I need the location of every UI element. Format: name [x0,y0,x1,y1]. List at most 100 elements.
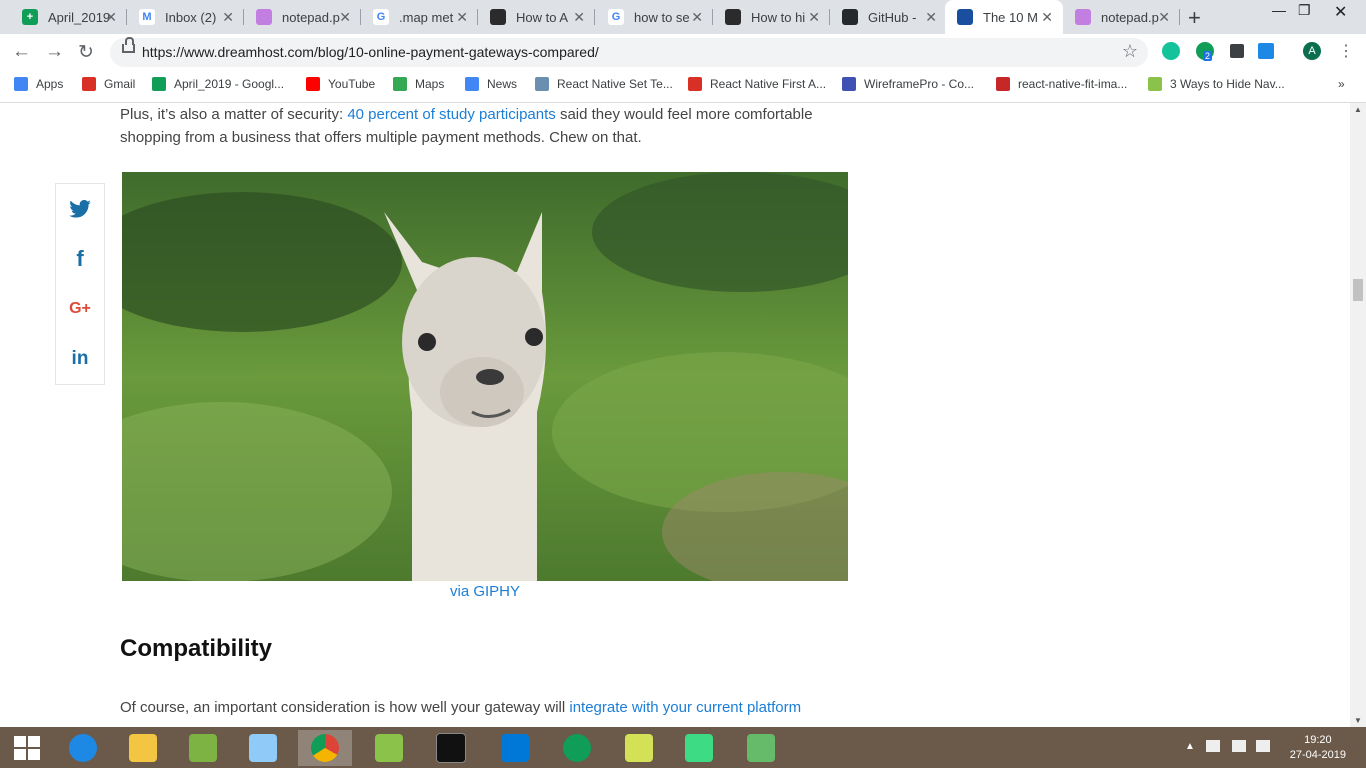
close-window-button[interactable]: ✕ [1334,2,1347,22]
tab-7[interactable]: GitHub - ✕ [830,0,947,34]
scrollbar-thumb[interactable] [1353,279,1363,301]
network-icon[interactable] [1206,740,1220,752]
action-center-icon[interactable] [1232,740,1246,752]
tab-separator [1179,9,1180,25]
tab-close-icon[interactable]: ✕ [573,9,585,26]
bookmark-item[interactable]: 3 Ways to Hide Nav... [1148,77,1285,91]
llama-gif-image [122,172,848,581]
sticky-notes-icon[interactable] [612,730,666,766]
file-explorer-icon[interactable] [116,730,170,766]
bookmark-item[interactable]: YouTube [306,77,375,91]
tab-0[interactable]: + April_2019 ✕ [10,0,127,34]
app-icon-2[interactable] [236,730,290,766]
tab-4[interactable]: How to A ✕ [478,0,595,34]
forward-button[interactable]: → [45,41,64,63]
bookmark-item[interactable]: react-native-fit-ima... [996,77,1127,91]
page-content: Plus, it’s also a matter of security: 40… [0,103,1350,727]
tab-title: April_2019 [48,9,111,25]
bookmark-item[interactable]: Apps [14,77,63,91]
menu-icon[interactable]: ⋮ [1338,41,1354,61]
bookmark-favicon-icon [842,77,856,91]
bookmark-item[interactable]: React Native Set Te... [535,77,673,91]
profile-avatar[interactable]: A [1303,42,1321,60]
clock[interactable]: 19:20 27-04-2019 [1290,733,1346,763]
scroll-down-arrow[interactable]: ▼ [1354,716,1362,725]
tab-8[interactable]: The 10 M ✕ [945,0,1063,34]
tab-close-icon[interactable]: ✕ [691,9,703,26]
bookmark-item[interactable]: April_2019 - Googl... [152,77,284,91]
tab-2[interactable]: notepad.p ✕ [244,0,361,34]
minimize-button[interactable]: — [1272,2,1286,18]
bookmark-favicon-icon [14,77,28,91]
lock-icon [122,37,135,53]
bookmark-favicon-icon [465,77,479,91]
tab-close-icon[interactable]: ✕ [222,9,234,26]
cmd-icon[interactable] [424,730,478,766]
tab-3[interactable]: G .map met ✕ [361,0,478,34]
intro-paragraph: Plus, it’s also a matter of security: 40… [120,103,860,149]
hangouts-icon[interactable] [550,730,604,766]
tab-title: GitHub - [868,9,917,25]
extension-icon[interactable]: 2 [1196,42,1214,61]
app-icon-3[interactable] [362,730,416,766]
integrate-link[interactable]: integrate with your current platform [569,699,801,716]
bookmark-label: YouTube [328,77,376,91]
new-tab-button[interactable]: + [1188,5,1201,31]
bookmark-star-icon[interactable]: ☆ [1122,41,1138,62]
tab-6[interactable]: How to hi ✕ [713,0,830,34]
scroll-up-arrow[interactable]: ▲ [1354,105,1362,114]
tab-close-icon[interactable]: ✕ [808,9,820,26]
bookmark-item[interactable]: News [465,77,517,91]
tab-1[interactable]: M Inbox (2) ✕ [127,0,244,34]
google-plus-icon[interactable]: G+ [56,284,104,334]
picker-icon[interactable] [1230,44,1244,58]
tab-close-icon[interactable]: ✕ [105,9,117,26]
extension-2-icon[interactable] [1258,43,1274,59]
reload-button[interactable]: ↻ [78,41,94,64]
tab-close-icon[interactable]: ✕ [456,9,468,26]
image-caption-link[interactable]: via GIPHY [122,583,848,600]
tab-close-icon[interactable]: ✕ [925,9,937,26]
tab-5[interactable]: Ghow to se ✕ [596,0,713,34]
facebook-icon[interactable]: f [56,234,104,284]
address-bar[interactable]: https://www.dreamhost.com/blog/10-online… [110,37,1148,67]
tab-title: How to A [516,9,569,25]
bookmark-favicon-icon [688,77,702,91]
restore-button[interactable]: ❐ [1298,2,1311,19]
bookmark-label: React Native Set Te... [557,77,673,91]
tab-favicon-icon: M [139,9,155,25]
bookmark-label: WireframePro - Co... [864,77,975,91]
tray-expand-icon[interactable]: ▲ [1185,741,1195,752]
bookmark-label: Apps [36,77,64,91]
tab-close-icon[interactable]: ✕ [1158,9,1170,26]
back-button[interactable]: ← [12,41,31,63]
internet-explorer-icon[interactable] [56,730,110,766]
bookmark-item[interactable]: Gmail [82,77,135,91]
bookmark-label: 3 Ways to Hide Nav... [1170,77,1285,91]
tab-9[interactable]: notepad.p ✕ [1063,0,1180,34]
page-scrollbar[interactable]: ▲ ▼ [1350,103,1366,727]
share-sidebar: f G+ in [55,183,105,385]
browser-toolbar: ← → ↻ https://www.dreamhost.com/blog/10-… [0,34,1366,70]
volume-icon[interactable] [1256,740,1270,752]
start-button[interactable] [0,730,54,766]
linkedin-icon[interactable]: in [56,334,104,384]
bookmark-item[interactable]: WireframePro - Co... [842,77,974,91]
grammarly-icon[interactable] [1162,42,1180,60]
tab-title: notepad.p [282,9,340,25]
tab-favicon-icon: G [373,9,389,25]
bookmark-item[interactable]: Maps [393,77,444,91]
twitter-icon[interactable] [56,184,104,234]
chrome-icon[interactable] [298,730,352,766]
more-bookmarks-icon[interactable]: » [1338,77,1345,91]
study-link[interactable]: 40 percent of study participants [347,106,555,123]
app-icon-1[interactable] [176,730,230,766]
app-icon-4[interactable] [734,730,788,766]
android-studio-icon[interactable] [672,730,726,766]
tab-favicon-icon [957,9,973,25]
bookmark-item[interactable]: React Native First A... [688,77,826,91]
tab-close-icon[interactable]: ✕ [339,9,351,26]
vscode-icon[interactable] [488,730,542,766]
tab-close-icon[interactable]: ✕ [1041,9,1053,26]
bookmark-label: News [487,77,518,91]
